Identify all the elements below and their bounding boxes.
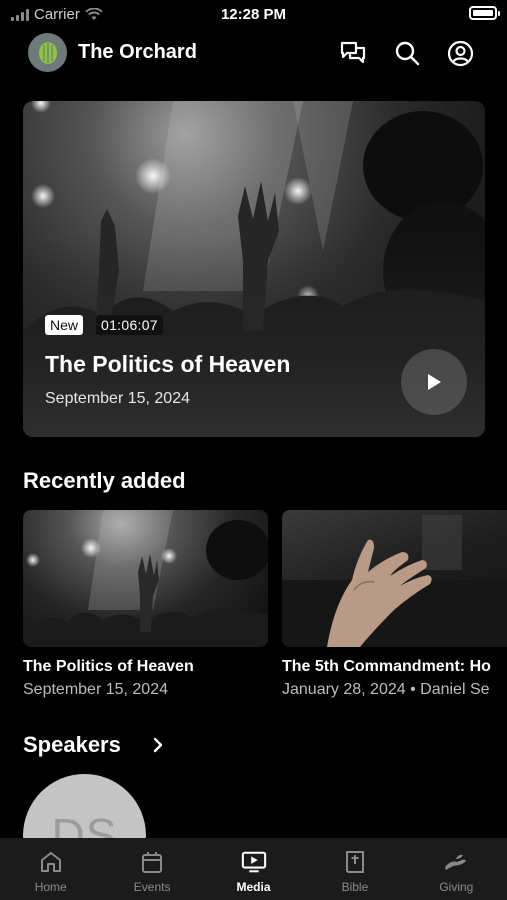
media-card-title: The Politics of Heaven — [23, 658, 194, 675]
recently-added-heading: Recently added — [23, 468, 186, 493]
tab-label: Events — [133, 880, 171, 894]
giving-hand-icon — [443, 849, 469, 875]
tab-bar: Home Events Media Bible Giving — [0, 838, 507, 900]
speakers-heading[interactable]: Speakers — [23, 732, 121, 758]
tab-label: Home — [34, 880, 67, 894]
duration-badge: 01:06:07 — [96, 315, 163, 335]
home-icon — [38, 849, 64, 875]
tab-bible[interactable]: Bible — [304, 838, 405, 900]
tab-label: Giving — [439, 880, 474, 894]
media-card-meta: September 15, 2024 — [23, 681, 168, 698]
church-logo[interactable] — [28, 33, 67, 72]
media-card[interactable]: The Politics of Heaven September 15, 202… — [23, 510, 268, 699]
play-icon — [428, 374, 441, 390]
tv-play-icon — [241, 849, 267, 875]
play-button[interactable] — [401, 349, 467, 415]
new-badge: New — [45, 315, 84, 335]
chevron-right-icon[interactable] — [150, 735, 166, 755]
media-card-title: The 5th Commandment: Ho — [282, 658, 491, 675]
calendar-icon — [139, 849, 165, 875]
top-bar: The Orchard — [0, 32, 507, 74]
bible-icon — [342, 849, 368, 875]
clock: 12:28 PM — [220, 6, 287, 23]
featured-media-card[interactable]: New 01:06:07 The Politics of Heaven Sept… — [23, 101, 485, 437]
tab-giving[interactable]: Giving — [406, 838, 507, 900]
account-icon[interactable] — [446, 39, 474, 67]
tab-label: Bible — [341, 880, 369, 894]
tab-media[interactable]: Media — [203, 838, 304, 900]
status-bar: Carrier 12:28 PM — [0, 0, 507, 30]
featured-date: September 15, 2024 — [45, 390, 190, 407]
leaf-logo-icon — [38, 41, 57, 64]
tab-home[interactable]: Home — [0, 838, 101, 900]
app-title: The Orchard — [78, 41, 197, 63]
tab-events[interactable]: Events — [101, 838, 202, 900]
media-thumbnail — [23, 510, 268, 647]
tab-label: Media — [236, 880, 271, 894]
search-icon[interactable] — [393, 39, 421, 67]
chat-icon[interactable] — [339, 39, 367, 67]
media-card-meta: January 28, 2024 • Daniel Se — [282, 681, 490, 698]
featured-title: The Politics of Heaven — [45, 351, 291, 377]
media-thumbnail — [282, 510, 507, 647]
media-card[interactable]: The 5th Commandment: Ho January 28, 2024… — [282, 510, 507, 699]
battery-icon — [469, 6, 500, 20]
